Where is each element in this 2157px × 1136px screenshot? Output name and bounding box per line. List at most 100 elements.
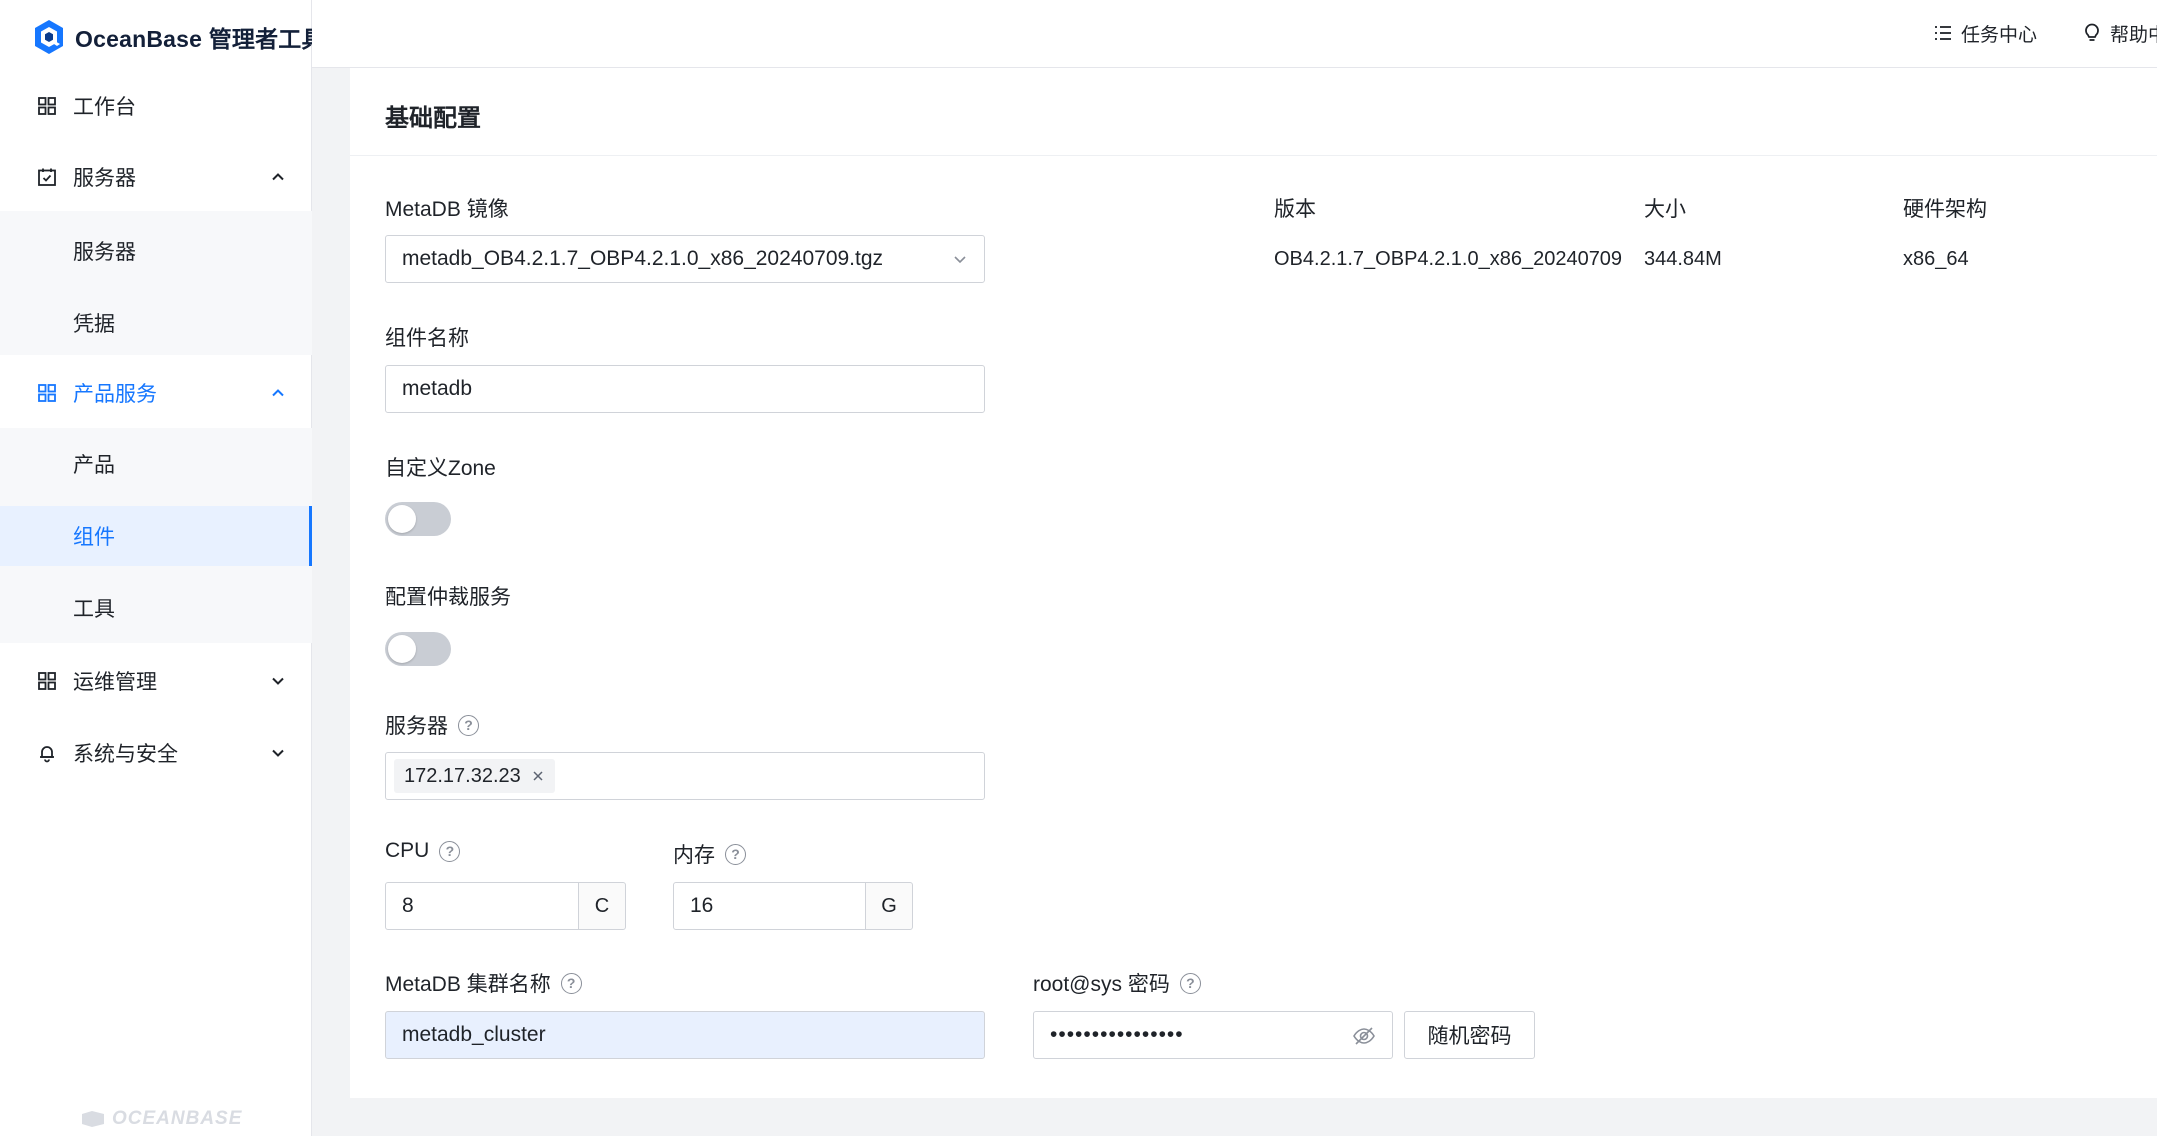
sidebar-item-label: 服务器 — [73, 241, 136, 264]
cluster-name-value: metadb_cluster — [402, 1023, 546, 1046]
calendar-check-icon — [37, 167, 57, 187]
cpu-value: 8 — [402, 894, 414, 917]
sidebar-item-tools[interactable]: 工具 — [0, 578, 312, 638]
component-name-input[interactable]: metadb — [385, 365, 985, 413]
root-password-value: •••••••••••••••• — [1050, 1023, 1184, 1046]
oceanbase-watermark-icon — [82, 1111, 104, 1127]
help-icon[interactable]: ? — [725, 843, 746, 865]
component-name-label-text: 组件名称 — [385, 327, 469, 350]
memory-unit: G — [865, 882, 913, 930]
sidebar-group-product-services[interactable]: 产品服务 — [0, 363, 312, 423]
sidebar-group-servers[interactable]: 服务器 — [0, 147, 312, 207]
metadb-image-label-text: MetaDB 镜像 — [385, 198, 509, 221]
chevron-up-icon — [272, 389, 284, 397]
lightbulb-icon — [2085, 23, 2099, 41]
close-icon[interactable] — [531, 769, 545, 783]
chevron-down-icon — [272, 749, 284, 757]
cpu-label: CPU ? — [385, 839, 461, 863]
custom-zone-label: 自定义Zone — [385, 452, 496, 482]
top-bar: 任务中心 帮助中 — [312, 0, 2157, 68]
custom-zone-switch[interactable] — [385, 502, 451, 536]
help-icon[interactable]: ? — [458, 714, 479, 736]
sidebar-group-system-security[interactable]: 系统与安全 — [0, 723, 312, 783]
custom-zone-label-text: 自定义Zone — [385, 457, 496, 480]
metadb-image-value: metadb_OB4.2.1.7_OBP4.2.1.0_x86_20240709… — [402, 247, 884, 270]
server-tag: 172.17.32.23 — [394, 759, 555, 793]
metadb-image-label: MetaDB 镜像 — [385, 193, 509, 223]
memory-value: 16 — [690, 894, 714, 917]
servers-select[interactable]: 172.17.32.23 — [385, 752, 985, 800]
component-name-value: metadb — [402, 377, 473, 400]
grid-icon — [37, 671, 57, 691]
sidebar-item-label: 工具 — [73, 598, 115, 621]
chevron-up-icon — [272, 173, 284, 181]
eye-invisible-icon[interactable] — [1352, 1024, 1376, 1048]
memory-label: 内存 ? — [673, 839, 746, 869]
sidebar-item-products[interactable]: 产品 — [0, 434, 312, 494]
help-center-button[interactable]: 帮助中 — [2082, 18, 2157, 48]
list-icon — [1935, 26, 1951, 40]
sidebar: OceanBase 管理者工具 工作台 服务器 服务器 凭据 产品服务 产品 组… — [0, 0, 325, 1136]
task-center-label: 任务中心 — [1961, 24, 2038, 46]
version-value: OB4.2.1.7_OBP4.2.1.0_x86_20240709 — [1274, 248, 1623, 270]
sidebar-item-components[interactable]: 组件 — [0, 506, 312, 566]
random-password-button[interactable]: 随机密码 — [1404, 1011, 1535, 1059]
root-password-input[interactable]: •••••••••••••••• — [1033, 1011, 1393, 1059]
sidebar-item-label: 产品服务 — [73, 383, 157, 406]
servers-label: 服务器 ? — [385, 710, 479, 740]
section-title: 基础配置 — [385, 105, 481, 132]
brand-watermark: OCEANBASE — [80, 1108, 242, 1130]
sidebar-item-label: 服务器 — [73, 167, 136, 190]
chevron-down-icon — [272, 677, 284, 685]
servers-label-text: 服务器 — [385, 715, 448, 738]
sidebar-item-workbench[interactable]: 工作台 — [0, 76, 312, 136]
oceanbase-logo-icon — [35, 20, 63, 54]
sidebar-group-ops[interactable]: 运维管理 — [0, 651, 312, 711]
sidebar-item-label: 运维管理 — [73, 671, 157, 694]
sidebar-item-credentials[interactable]: 凭据 — [0, 293, 312, 353]
root-password-label: root@sys 密码 ? — [1033, 968, 1201, 998]
help-icon[interactable]: ? — [560, 972, 582, 994]
arbitration-switch[interactable] — [385, 632, 451, 666]
help-icon[interactable]: ? — [1179, 972, 1201, 994]
sidebar-submenu-servers: 服务器 凭据 — [0, 211, 312, 355]
task-center-button[interactable]: 任务中心 — [1933, 18, 2037, 48]
arch-value: x86_64 — [1903, 248, 1969, 270]
chevron-down-icon — [954, 256, 966, 264]
arch-header: 硬件架构 — [1903, 198, 1987, 221]
sidebar-item-servers[interactable]: 服务器 — [0, 221, 312, 281]
watermark-text: OCEANBASE — [112, 1108, 243, 1129]
switch-knob — [388, 505, 416, 533]
sidebar-item-label: 系统与安全 — [73, 743, 178, 766]
root-password-label-text: root@sys 密码 — [1033, 973, 1170, 996]
help-icon[interactable]: ? — [439, 840, 461, 862]
version-header: 版本 — [1274, 198, 1316, 221]
grid-icon — [37, 383, 57, 403]
cluster-name-label-text: MetaDB 集群名称 — [385, 973, 551, 996]
cluster-name-label: MetaDB 集群名称 ? — [385, 968, 582, 998]
component-name-label: 组件名称 — [385, 322, 469, 352]
basic-config-card: 基础配置 MetaDB 镜像 metadb_OB4.2.1.7_OBP4.2.1… — [350, 68, 2157, 1098]
sidebar-item-label: 组件 — [73, 526, 115, 549]
cpu-input[interactable]: 8 — [385, 882, 579, 930]
bell-icon — [37, 743, 57, 763]
cpu-label-text: CPU — [385, 839, 430, 862]
arbitration-label-text: 配置仲裁服务 — [385, 586, 511, 609]
metadb-image-select[interactable]: metadb_OB4.2.1.7_OBP4.2.1.0_x86_20240709… — [385, 235, 985, 283]
memory-input[interactable]: 16 — [673, 882, 866, 930]
arbitration-label: 配置仲裁服务 — [385, 581, 511, 611]
memory-label-text: 内存 — [673, 844, 715, 867]
help-center-label: 帮助中 — [2110, 24, 2157, 46]
size-value: 344.84M — [1644, 248, 1722, 270]
brand-name: OceanBase 管理者工具 — [75, 26, 325, 52]
server-tag-label: 172.17.32.23 — [404, 764, 521, 787]
cpu-unit: C — [578, 882, 626, 930]
size-header: 大小 — [1644, 198, 1686, 221]
sidebar-item-label: 产品 — [73, 454, 115, 477]
card-header: 基础配置 — [350, 68, 2157, 156]
cluster-name-input[interactable]: metadb_cluster — [385, 1011, 985, 1059]
brand-logo[interactable]: OceanBase 管理者工具 — [33, 18, 325, 56]
grid-icon — [37, 96, 57, 116]
sidebar-item-label: 工作台 — [73, 96, 136, 119]
sidebar-submenu-product-services: 产品 组件 工具 — [0, 428, 312, 643]
